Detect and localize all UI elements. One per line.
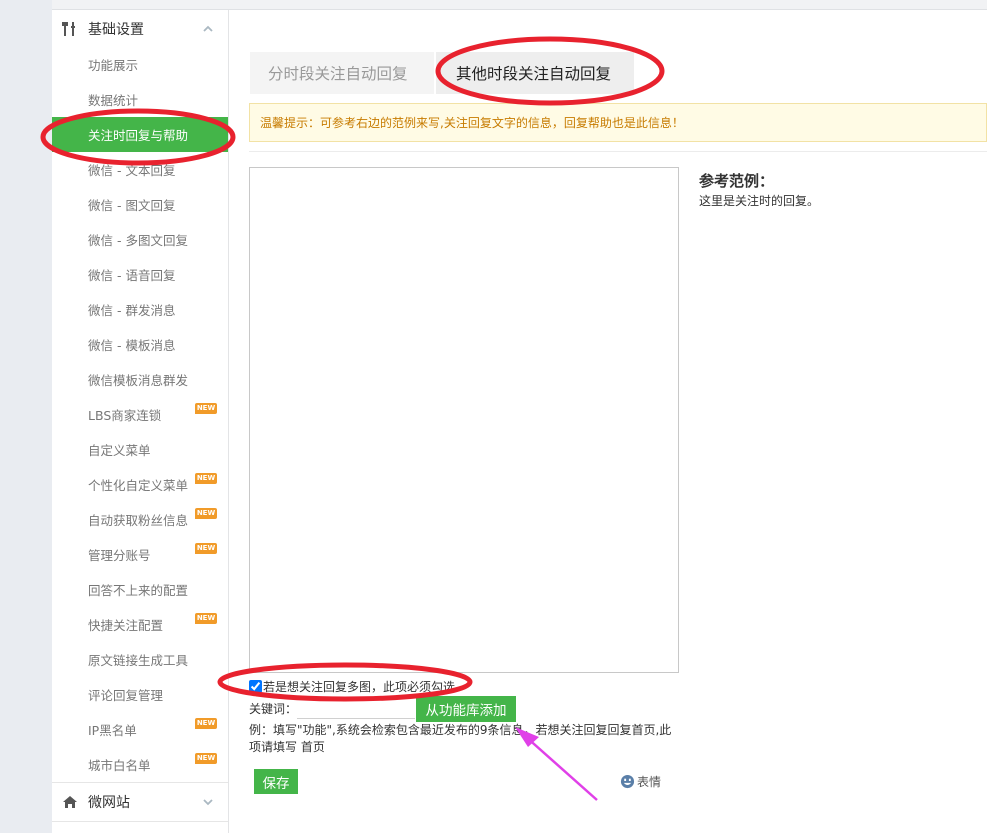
sidebar-section-label: 基础设置 xyxy=(88,22,144,38)
sidebar-item-label: IP黑名单 xyxy=(88,723,137,738)
sidebar-section-label: 微网站 xyxy=(88,795,130,811)
sidebar-item[interactable]: 快捷关注配置 NEW xyxy=(52,607,228,642)
tab-other-time-follow-reply[interactable]: 其他时段关注自动回复 xyxy=(436,52,634,94)
smiley-icon xyxy=(620,774,635,789)
sidebar: 基础设置 功能展示数据统计关注时回复与帮助 微信 - 文本回复 微信 - 图文回复微… xyxy=(52,10,229,833)
sidebar-item[interactable]: 微信 - 文本回复 xyxy=(52,152,228,187)
top-bar xyxy=(52,0,987,10)
tab-label: 其他时段关注自动回复 xyxy=(456,65,612,83)
sidebar-item[interactable]: 微信 - 多图文回复 xyxy=(52,222,228,257)
sidebar-item[interactable]: 回答不上来的配置 xyxy=(52,572,228,607)
sidebar-item[interactable]: 城市白名单 NEW xyxy=(52,747,228,782)
multi-image-option[interactable]: 若是想关注回复多图，此项必须勾选 xyxy=(249,678,455,695)
chevron-up-icon[interactable] xyxy=(202,23,214,35)
sidebar-item-label: 关注时回复与帮助 xyxy=(88,128,189,143)
chevron-down-icon[interactable] xyxy=(202,796,214,808)
new-badge: NEW xyxy=(195,613,217,624)
emoji-button[interactable]: 表情 xyxy=(620,773,661,790)
save-button[interactable]: 保存 xyxy=(254,769,298,794)
sidebar-item[interactable]: 原文链接生成工具 xyxy=(52,642,228,677)
sidebar-item[interactable]: 微信模板消息群发 xyxy=(52,362,228,397)
sidebar-item-label: 个性化自定义菜单 xyxy=(88,478,189,493)
sidebar-item[interactable]: 微信 - 图文回复 xyxy=(52,187,228,222)
keyword-input[interactable] xyxy=(297,697,415,719)
sidebar-item-label: 管理分账号 xyxy=(88,548,151,563)
sidebar-item[interactable]: IP黑名单 NEW xyxy=(52,712,228,747)
sidebar-item[interactable]: 微信 - 模板消息 xyxy=(52,327,228,362)
new-badge: NEW xyxy=(195,753,217,764)
sidebar-item-label: 自定义菜单 xyxy=(88,443,151,458)
sidebar-item[interactable]: 微信 - 群发消息 xyxy=(52,292,228,327)
new-badge: NEW xyxy=(195,403,217,414)
tip-banner: 温馨提示：可参考右边的范例来写,关注回复文字的信息，回复帮助也是此信息！ xyxy=(249,103,987,142)
keyword-label: 关键词： xyxy=(249,702,298,716)
sidebar-item[interactable]: 功能展示 xyxy=(52,47,228,82)
reference-title: 参考范例： xyxy=(699,172,775,190)
sidebar-item-label: 微信 - 模板消息 xyxy=(88,338,176,353)
sidebar-item-label: 评论回复管理 xyxy=(88,688,164,703)
sidebar-item-label: 微信 - 多图文回复 xyxy=(88,233,188,248)
tip-text: 温馨提示：可参考右边的范例来写,关注回复文字的信息，回复帮助也是此信息！ xyxy=(260,116,684,130)
new-badge: NEW xyxy=(195,543,217,554)
sidebar-item[interactable]: 微信 - 语音回复 xyxy=(52,257,228,292)
sidebar-item[interactable]: 自定义菜单 xyxy=(52,432,228,467)
tab-timed-follow-reply[interactable]: 分时段关注自动回复 xyxy=(250,52,434,94)
sidebar-item[interactable]: LBS商家连锁 NEW xyxy=(52,397,228,432)
tab-label: 分时段关注自动回复 xyxy=(268,65,408,83)
sidebar-item-label: 微信模板消息群发 xyxy=(88,373,189,388)
sidebar-item-label: 原文链接生成工具 xyxy=(88,653,189,668)
sidebar-item-label: 微信 - 语音回复 xyxy=(88,268,176,283)
reply-textarea[interactable] xyxy=(249,167,679,673)
sidebar-item-label: 快捷关注配置 xyxy=(88,618,164,633)
sidebar-item[interactable]: 评论回复管理 xyxy=(52,677,228,712)
sidebar-divider xyxy=(52,821,228,822)
tools-icon xyxy=(62,21,78,37)
sidebar-item-label: 数据统计 xyxy=(88,93,139,108)
sidebar-item-label: LBS商家连锁 xyxy=(88,408,162,423)
new-badge: NEW xyxy=(195,473,217,484)
sidebar-section-basic-settings[interactable]: 基础设置 xyxy=(52,10,228,48)
example-text: 例：填写"功能",系统会检索包含最近发布的9条信息，若想关注回复回复首页,此项请… xyxy=(249,723,672,754)
sidebar-item-label: 自动获取粉丝信息 xyxy=(88,513,189,528)
content-divider xyxy=(249,151,987,152)
add-from-library-button[interactable]: 从功能库添加 xyxy=(416,696,516,722)
sidebar-item-label: 微信 - 图文回复 xyxy=(88,198,176,213)
multi-image-checkbox-label: 若是想关注回复多图，此项必须勾选 xyxy=(263,680,456,694)
sidebar-item-label: 微信 - 文本回复 xyxy=(88,163,176,178)
multi-image-checkbox[interactable] xyxy=(249,680,262,693)
sidebar-item[interactable]: 个性化自定义菜单 NEW xyxy=(52,467,228,502)
sidebar-item[interactable]: 管理分账号 NEW xyxy=(52,537,228,572)
sidebar-item-label: 城市白名单 xyxy=(88,758,151,773)
sidebar-section-micro-site[interactable]: 微网站 xyxy=(52,783,228,821)
sidebar-item-label: 微信 - 群发消息 xyxy=(88,303,176,318)
sidebar-item[interactable]: 数据统计 xyxy=(52,82,228,117)
left-gutter xyxy=(0,0,52,833)
home-icon xyxy=(62,794,78,810)
sidebar-item[interactable]: 自动获取粉丝信息 NEW xyxy=(52,502,228,537)
new-badge: NEW xyxy=(195,508,217,519)
reference-text: 这里是关注时的回复。 xyxy=(699,194,820,208)
sidebar-item-label: 回答不上来的配置 xyxy=(88,583,189,598)
sidebar-item[interactable]: 关注时回复与帮助 xyxy=(52,117,228,152)
sidebar-item-label: 功能展示 xyxy=(88,58,139,73)
emoji-label: 表情 xyxy=(637,775,662,789)
new-badge: NEW xyxy=(195,718,217,729)
